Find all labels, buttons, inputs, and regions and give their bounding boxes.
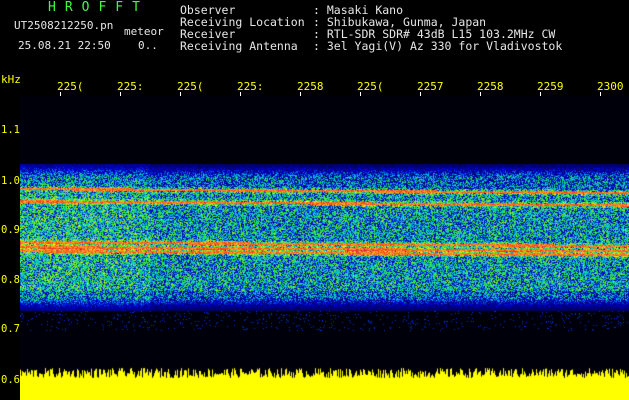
- echo-count: 0..: [138, 39, 158, 52]
- hrofft-window: HROFFT UT2508212250.pn meteor 25.08.21 2…: [0, 0, 629, 400]
- y-tick-label: 0.8: [1, 274, 20, 286]
- antenna-value: : 3el Yagi(V) Az 330 for Vladivostok: [313, 39, 563, 53]
- y-tick-label: 1.0: [1, 175, 20, 187]
- y-tick-label: 0.9: [1, 224, 20, 236]
- y-axis-unit: kHz: [1, 73, 21, 86]
- date-time: 25.08.21 22:50: [18, 39, 111, 52]
- brand-title: HROFFT: [48, 0, 149, 15]
- spectrogram-plot: [20, 96, 629, 400]
- y-tick-label: 0.7: [1, 323, 20, 335]
- antenna-label: Receiving Antenna: [180, 39, 298, 53]
- tag-label: meteor: [124, 25, 164, 38]
- y-tick-label: 0.6: [1, 374, 20, 386]
- file-name: UT2508212250.pn: [14, 19, 114, 32]
- y-tick-label: 1.1: [1, 124, 20, 136]
